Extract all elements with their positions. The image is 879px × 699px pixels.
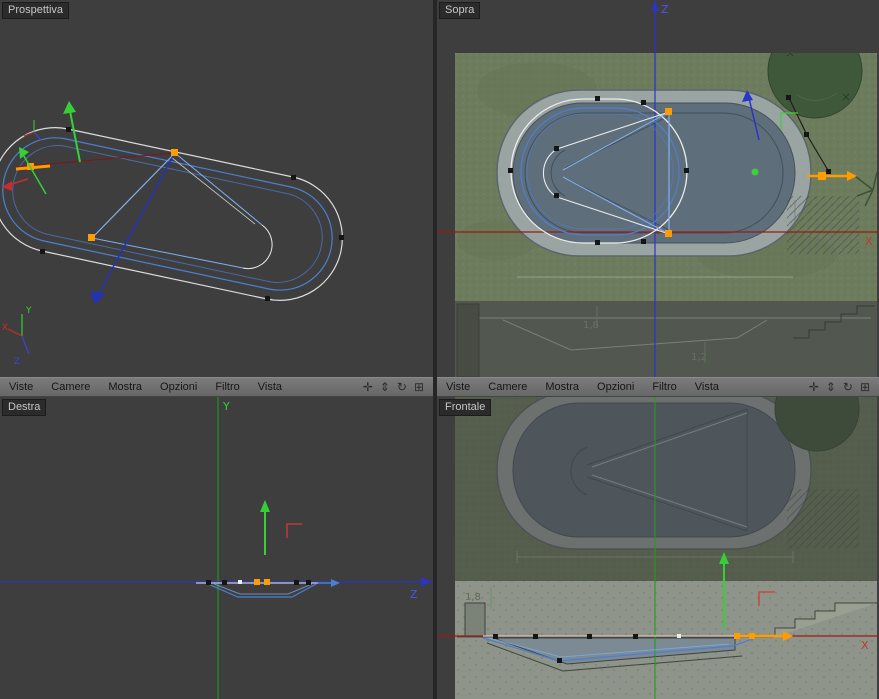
dolly-icon[interactable]: ⇕ (380, 381, 390, 393)
menu-mostra[interactable]: Mostra (536, 381, 588, 393)
origin-dot (751, 168, 759, 176)
rotate-icon[interactable]: ↻ (843, 381, 853, 393)
selected-point[interactable] (171, 149, 178, 156)
dimension-label-depth: 1,8 (465, 592, 481, 603)
x-axis-label: X (865, 235, 873, 248)
menu-viste[interactable]: Viste (0, 381, 42, 393)
right-view-canvas[interactable]: Y Z (0, 397, 433, 699)
application-window: Prospettiva Y X Z Sopra 1,8 1,2 Z X Vist… (0, 0, 879, 699)
z-axis-label: Z (661, 3, 669, 16)
hud-y-label: Y (25, 306, 32, 316)
z-axis-label: Z (410, 588, 418, 601)
selected-point[interactable] (665, 108, 672, 115)
viewport-perspective[interactable]: Prospettiva Y X Z (0, 0, 433, 377)
viewport-menubar-left: Viste Camere Mostra Opzioni Filtro Vista… (0, 377, 433, 397)
viewport-tool-icons: ✛ ⇕ ↻ ⊞ (809, 381, 879, 393)
selected-point[interactable] (88, 234, 95, 241)
perspective-canvas[interactable]: Y X Z (0, 0, 433, 377)
viewport-menubar-right: Viste Camere Mostra Opzioni Filtro Vista… (437, 377, 879, 397)
reference-image-plan (455, 53, 877, 301)
viewport-right-view[interactable]: Destra Y Z (0, 397, 433, 699)
viewport-label-top: Sopra (439, 2, 481, 19)
toggle-view-icon[interactable]: ⊞ (414, 381, 424, 393)
hud-z-label: Z (14, 357, 20, 367)
selected-point[interactable] (254, 579, 260, 585)
top-canvas[interactable]: 1,8 1,2 Z X (437, 0, 879, 377)
hud-x-label: X (2, 323, 8, 333)
y-axis-label: Y (222, 400, 230, 413)
rotate-icon[interactable]: ↻ (397, 381, 407, 393)
menu-viste[interactable]: Viste (437, 381, 479, 393)
menu-filtro[interactable]: Filtro (643, 381, 685, 393)
pan-icon[interactable]: ✛ (809, 381, 819, 393)
reference-image-plan-faded (455, 397, 877, 581)
viewport-front[interactable]: Frontale 1,8 X (437, 397, 879, 699)
reference-image-section-faded: 1,8 1,2 (455, 301, 877, 377)
toggle-view-icon[interactable]: ⊞ (860, 381, 870, 393)
menu-camere[interactable]: Camere (42, 381, 99, 393)
viewport-background (0, 0, 433, 377)
menu-vista[interactable]: Vista (686, 381, 728, 393)
viewport-tool-icons: ✛ ⇕ ↻ ⊞ (363, 381, 433, 393)
reference-image-section: 1,8 (455, 581, 877, 699)
menu-vista[interactable]: Vista (249, 381, 291, 393)
viewport-top[interactable]: Sopra 1,8 1,2 Z X (437, 0, 879, 377)
viewport-label-perspective: Prospettiva (2, 2, 70, 19)
viewport-label-front: Frontale (439, 399, 492, 416)
selected-point[interactable] (665, 230, 672, 237)
selected-point[interactable] (264, 579, 270, 585)
menu-mostra[interactable]: Mostra (99, 381, 151, 393)
dolly-icon[interactable]: ⇕ (826, 381, 836, 393)
menu-opzioni[interactable]: Opzioni (151, 381, 206, 393)
pan-icon[interactable]: ✛ (363, 381, 373, 393)
x-axis-label: X (861, 639, 869, 652)
front-canvas[interactable]: 1,8 X (437, 397, 879, 699)
menu-opzioni[interactable]: Opzioni (588, 381, 643, 393)
viewport-background (0, 397, 433, 699)
menu-filtro[interactable]: Filtro (206, 381, 248, 393)
menu-camere[interactable]: Camere (479, 381, 536, 393)
viewport-label-right-view: Destra (2, 399, 47, 416)
